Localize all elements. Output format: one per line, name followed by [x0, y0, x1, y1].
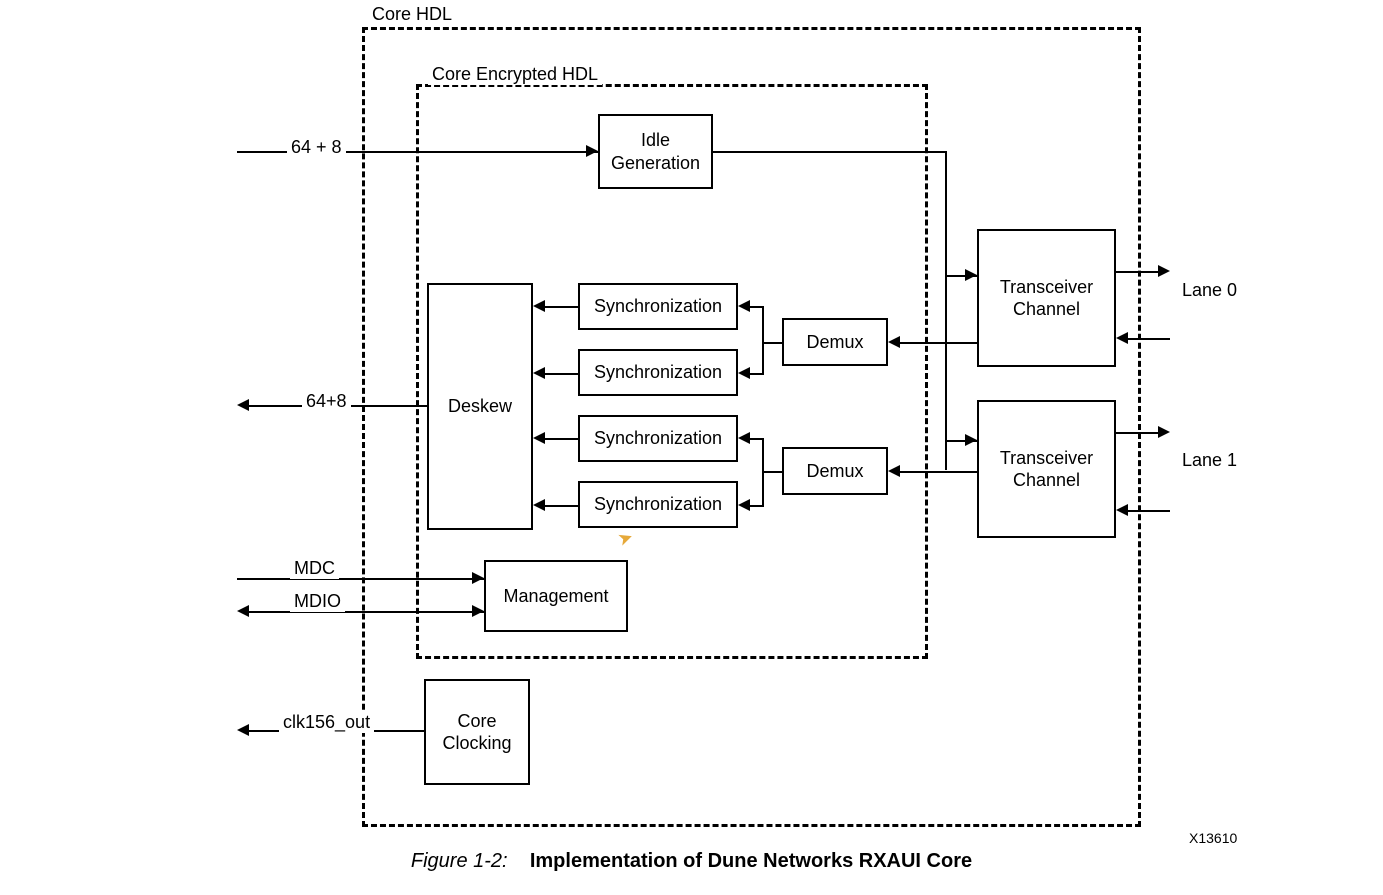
signal-mdio: MDIO: [290, 591, 345, 612]
signal-mdc: MDC: [290, 558, 339, 579]
lane1-label: Lane 1: [1178, 450, 1241, 471]
arrow-in-top: [586, 145, 598, 157]
line-lane1-in: [1128, 510, 1170, 512]
transceiver-channel-0: Transceiver Channel: [977, 229, 1116, 367]
demux-block-1: Demux: [782, 318, 888, 366]
line-mdc: [237, 578, 484, 580]
arrow-lane0-in: [1116, 332, 1128, 344]
line-sync3-deskew: [540, 438, 578, 440]
lane0-label: Lane 0: [1178, 280, 1241, 301]
signal-in-top: 64 + 8: [287, 137, 346, 158]
arrow-to-trans1: [965, 434, 977, 446]
sync-block-2: Synchronization: [578, 349, 738, 396]
line-lane0-in: [1128, 338, 1170, 340]
line-trans0-out: [916, 342, 977, 344]
arrow-sync2-deskew: [533, 367, 545, 379]
arrow-lane1-in: [1116, 504, 1128, 516]
arrow-mdio-left: [237, 605, 249, 617]
line-idle-out: [713, 151, 945, 153]
arrow-sync4-deskew: [533, 499, 545, 511]
figure-reference-id: X13610: [1185, 830, 1241, 846]
arrow-deskew-out: [237, 399, 249, 411]
sync-block-3: Synchronization: [578, 415, 738, 462]
core-encrypted-hdl-label: Core Encrypted HDL: [428, 64, 602, 85]
arrow-demux1-sync2: [738, 367, 750, 379]
line-demux1-stub: [762, 342, 782, 344]
management-block: Management: [484, 560, 628, 632]
core-clocking-block: Core Clocking: [424, 679, 530, 785]
arrow-mdc: [472, 572, 484, 584]
diagram-canvas: Core HDL Core Encrypted HDL Idle Generat…: [0, 0, 1383, 895]
arrow-clk: [237, 724, 249, 736]
line-sync1-deskew: [540, 306, 578, 308]
arrow-trans1-demux: [888, 465, 900, 477]
line-demux1-split: [762, 306, 764, 373]
arrow-lane1-out: [1158, 426, 1170, 438]
arrow-sync3-deskew: [533, 432, 545, 444]
arrow-to-trans0: [965, 269, 977, 281]
demux-block-2: Demux: [782, 447, 888, 495]
signal-out-deskew: 64+8: [302, 391, 351, 412]
arrow-lane0-out: [1158, 265, 1170, 277]
line-demux2-stub: [762, 471, 782, 473]
arrow-demux2-sync3: [738, 432, 750, 444]
figure-number: Figure 1-2:: [411, 850, 508, 872]
transceiver-channel-1: Transceiver Channel: [977, 400, 1116, 538]
sync-block-4: Synchronization: [578, 481, 738, 528]
arrow-trans0-demux: [888, 336, 900, 348]
sync-block-1: Synchronization: [578, 283, 738, 330]
line-mdio: [249, 611, 484, 613]
arrow-demux2-sync4: [738, 499, 750, 511]
core-hdl-label: Core HDL: [368, 4, 456, 25]
line-lane0-out: [1116, 271, 1160, 273]
arrow-demux1-sync1: [738, 300, 750, 312]
line-sync4-deskew: [540, 505, 578, 507]
arrow-mdio-right: [472, 605, 484, 617]
line-bus-vert: [945, 151, 947, 470]
line-lane1-out: [1116, 432, 1160, 434]
idle-generation-block: Idle Generation: [598, 114, 713, 189]
line-trans1-out: [916, 471, 977, 473]
figure-caption: Figure 1-2: Implementation of Dune Netwo…: [0, 850, 1383, 873]
figure-title: Implementation of Dune Networks RXAUI Co…: [530, 850, 972, 872]
signal-clk: clk156_out: [279, 712, 374, 733]
arrow-sync1-deskew: [533, 300, 545, 312]
line-sync2-deskew: [540, 373, 578, 375]
deskew-block: Deskew: [427, 283, 533, 530]
